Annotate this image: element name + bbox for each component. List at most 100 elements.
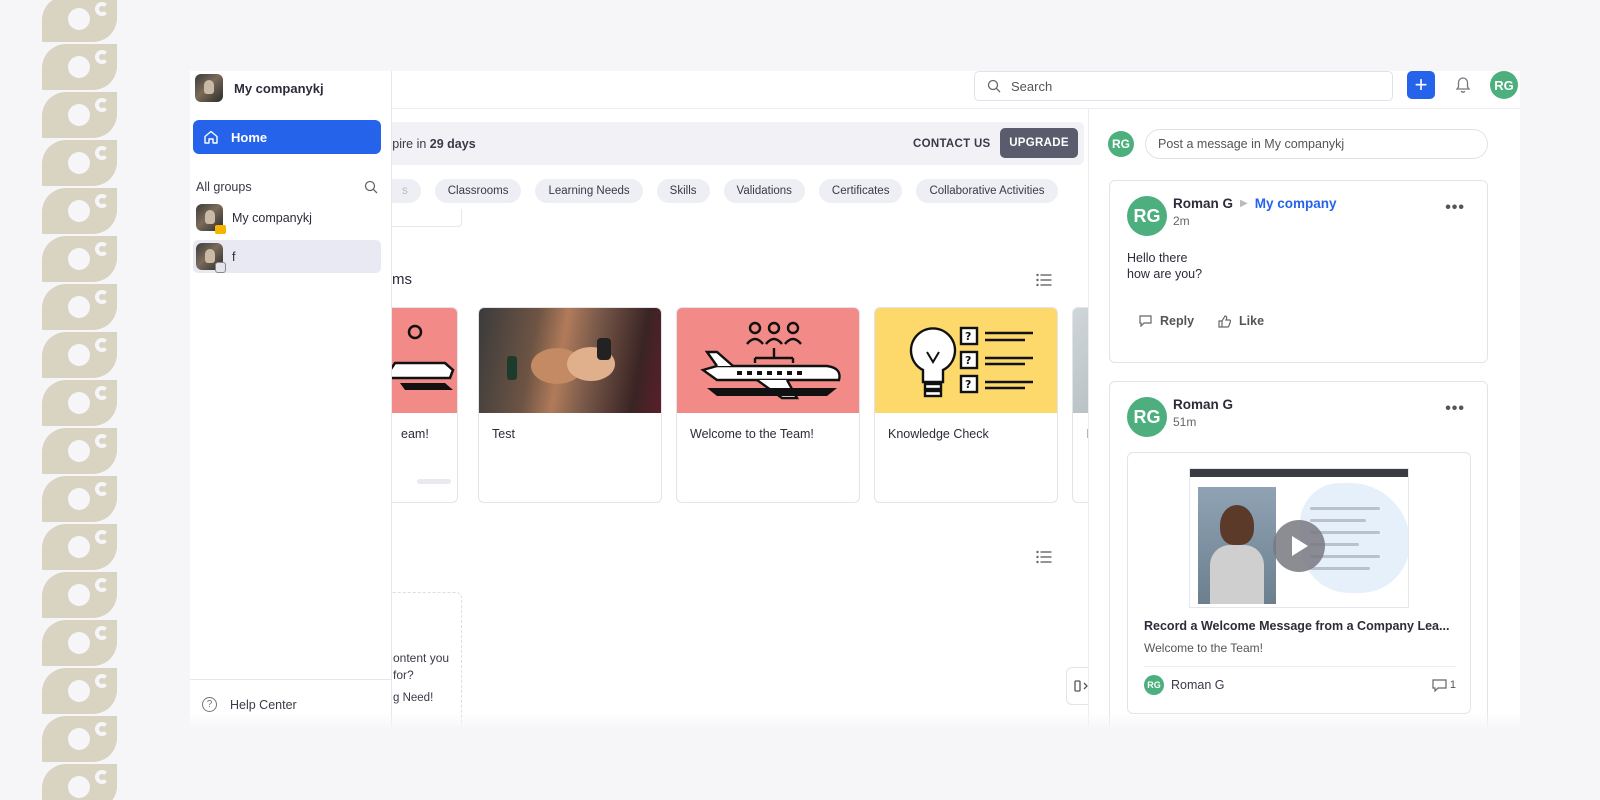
course-card[interactable]: eam! [392, 307, 458, 503]
decorative-pattern-strip [42, 0, 117, 800]
pattern-tile [42, 188, 117, 234]
comment-icon [1139, 315, 1152, 327]
post-body: Hello there how are you? [1127, 250, 1202, 282]
group-item-my-companykj[interactable]: My companykj [193, 201, 381, 234]
activity-feed: RG Post a message in My companykj RG Rom… [1088, 109, 1520, 729]
chip-validations[interactable]: Validations [723, 179, 805, 203]
play-icon[interactable] [1273, 520, 1325, 572]
post-header: RG Roman G 51m [1127, 397, 1233, 437]
section-title: ms [392, 271, 412, 288]
pattern-tile [42, 620, 117, 666]
thumbnail-person [1198, 487, 1276, 604]
pattern-tile [42, 428, 117, 474]
question-icon: ? [202, 697, 217, 712]
top-bar: Search + RG [392, 71, 1520, 109]
composer-avatar: RG [1108, 131, 1134, 157]
pattern-tile [42, 716, 117, 762]
pattern-tile [42, 92, 117, 138]
attachment-owner: RG Roman G [1144, 675, 1225, 695]
author-name[interactable]: Roman G [1173, 397, 1233, 412]
feed-post: RG Roman G ▶ My company 2m ••• Hello the… [1109, 180, 1488, 363]
pattern-tile [42, 524, 117, 570]
org-switcher[interactable]: My companykj [195, 73, 391, 103]
home-icon [204, 130, 218, 144]
course-card[interactable]: ??? Knowledge Check [874, 307, 1058, 503]
collapse-panel-button[interactable] [1066, 667, 1088, 705]
post-author: Roman G ▶ My company [1173, 196, 1337, 211]
pattern-tile [42, 380, 117, 426]
left-sidebar: My companykj Home All groups My companyk… [190, 71, 392, 729]
panel-collapse-icon [1073, 680, 1088, 692]
author-avatar[interactable]: RG [1127, 196, 1167, 236]
pattern-tile [42, 0, 117, 42]
list-view-icon[interactable] [1036, 273, 1052, 287]
video-thumbnail[interactable] [1190, 469, 1408, 607]
post-header: RG Roman G ▶ My company 2m [1127, 196, 1337, 236]
empty-link[interactable]: g Need! [393, 690, 433, 706]
chip-certificates[interactable]: Certificates [818, 179, 903, 203]
post-body-line: Hello there [1127, 251, 1188, 265]
list-view-icon[interactable] [1036, 550, 1052, 564]
group-item-f[interactable]: f [193, 240, 381, 273]
more-options-icon[interactable]: ••• [1445, 400, 1465, 418]
thumbs-up-icon [1218, 314, 1232, 328]
like-button[interactable]: Like [1218, 314, 1264, 328]
group-avatar [196, 204, 226, 234]
lightbulb-checklist-illustration: ??? [909, 326, 1033, 398]
bell-icon[interactable] [1455, 76, 1471, 94]
card-image: ??? [875, 308, 1057, 413]
card-image [479, 308, 661, 413]
group-item-label: My companykj [232, 210, 312, 225]
trial-text-prefix: xpire in [392, 136, 427, 151]
chip-learning-needs[interactable]: Learning Needs [535, 179, 643, 203]
card-title: Welcome to the Team! [690, 427, 814, 441]
arrow-right-icon: ▶ [1240, 198, 1248, 209]
course-card[interactable]: Test [478, 307, 662, 503]
course-card[interactable]: Welcome to the Team! [676, 307, 860, 503]
pattern-tile [42, 668, 117, 714]
chip-collaborative-activities[interactable]: Collaborative Activities [916, 179, 1058, 203]
attachment-title: Record a Welcome Message from a Company … [1144, 619, 1450, 633]
nav-home-label: Home [231, 129, 268, 145]
pattern-tile [42, 140, 117, 186]
groups-heading: All groups [196, 180, 252, 194]
crown-icon [215, 225, 226, 234]
airplane-team-illustration [700, 321, 841, 400]
comment-count[interactable]: 1 [1432, 678, 1456, 692]
groups-header: All groups [196, 180, 378, 194]
svg-text:?: ? [965, 378, 971, 391]
search-placeholder: Search [1011, 78, 1053, 94]
pattern-tile [42, 332, 117, 378]
post-body-line: how are you? [1127, 267, 1203, 281]
attachment-card[interactable]: Record a Welcome Message from a Company … [1127, 452, 1471, 714]
user-avatar[interactable]: RG [1490, 71, 1518, 99]
chip-classrooms[interactable]: Classrooms [434, 179, 522, 203]
trial-banner: xpire in 29 days CONTACT US UPGRADE [392, 122, 1084, 165]
contact-us-button[interactable]: CONTACT US [913, 138, 991, 150]
nav-home[interactable]: Home [193, 120, 381, 154]
post-message-input[interactable]: Post a message in My companykj [1145, 129, 1488, 159]
app-window: My companykj Home All groups My companyk… [190, 71, 1520, 729]
author-name[interactable]: Roman G [1173, 196, 1233, 211]
like-label: Like [1239, 314, 1265, 328]
org-name: My companykj [234, 80, 324, 96]
reply-label: Reply [1160, 314, 1195, 328]
create-button[interactable]: + [1407, 71, 1435, 99]
help-center-link[interactable]: ? Help Center [190, 679, 392, 729]
search-input[interactable]: Search [974, 71, 1393, 101]
search-icon[interactable] [364, 180, 378, 194]
course-card[interactable]: In [1072, 307, 1088, 503]
reply-button[interactable]: Reply [1139, 314, 1194, 328]
empty-text-1: ontent you [393, 651, 450, 665]
pattern-tile [42, 236, 117, 282]
card-title: In [1073, 413, 1088, 455]
upgrade-button[interactable]: UPGRADE [1000, 128, 1078, 158]
attachment-footer: RG Roman G 1 [1144, 675, 1456, 695]
chip-skills[interactable]: Skills [656, 179, 710, 203]
more-options-icon[interactable]: ••• [1445, 199, 1465, 217]
post-group-link[interactable]: My company [1255, 196, 1337, 211]
author-avatar[interactable]: RG [1127, 397, 1167, 437]
post-time: 2m [1173, 214, 1190, 228]
card-title: Test [492, 427, 515, 441]
chip-partial[interactable]: s [392, 179, 421, 203]
